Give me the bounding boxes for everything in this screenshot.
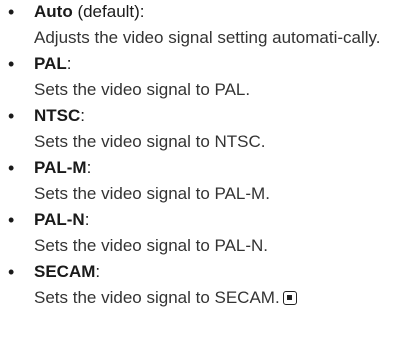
option-description: Adjusts the video signal setting automat… bbox=[34, 28, 381, 47]
option-heading: NTSC: bbox=[34, 104, 414, 128]
option-suffix: : bbox=[84, 210, 90, 229]
option-pal: • PAL: Sets the video signal to PAL. bbox=[0, 52, 414, 104]
bullet-icon: • bbox=[8, 106, 15, 126]
bullet-icon: • bbox=[8, 158, 15, 178]
option-heading: PAL-N: bbox=[34, 208, 414, 232]
option-name: Auto bbox=[34, 2, 73, 21]
option-description: Sets the video signal to NTSC. bbox=[34, 132, 266, 151]
option-secam: • SECAM: Sets the video signal to SECAM. bbox=[0, 260, 414, 312]
option-description: Sets the video signal to PAL-N. bbox=[34, 236, 269, 255]
option-name: PAL bbox=[34, 54, 67, 73]
option-name: PAL-M bbox=[34, 158, 87, 177]
end-of-section-icon bbox=[282, 291, 297, 305]
option-name: NTSC bbox=[34, 106, 81, 125]
option-suffix: (default): bbox=[72, 2, 145, 21]
video-signal-options-list: • Auto (default): Adjusts the video sign… bbox=[0, 0, 414, 312]
option-auto: • Auto (default): Adjusts the video sign… bbox=[0, 0, 414, 52]
option-description: Sets the video signal to PAL. bbox=[34, 80, 251, 99]
option-heading: Auto (default): bbox=[34, 0, 414, 24]
bullet-icon: • bbox=[8, 210, 15, 230]
option-name: PAL-N bbox=[34, 210, 85, 229]
option-suffix: : bbox=[80, 106, 86, 125]
option-pal-m: • PAL-M: Sets the video signal to PAL-M. bbox=[0, 156, 414, 208]
option-description: Sets the video signal to SECAM. bbox=[34, 284, 406, 312]
option-description: Sets the video signal to PAL-M. bbox=[34, 184, 270, 203]
option-suffix: : bbox=[95, 262, 101, 281]
option-suffix: : bbox=[66, 54, 72, 73]
bullet-icon: • bbox=[8, 54, 15, 74]
option-ntsc: • NTSC: Sets the video signal to NTSC. bbox=[0, 104, 414, 156]
option-heading: PAL: bbox=[34, 52, 414, 76]
option-description-text: Sets the video signal to SECAM. bbox=[34, 288, 280, 307]
option-heading: PAL-M: bbox=[34, 156, 414, 180]
option-pal-n: • PAL-N: Sets the video signal to PAL-N. bbox=[0, 208, 414, 260]
bullet-icon: • bbox=[8, 2, 15, 22]
bullet-icon: • bbox=[8, 262, 15, 282]
option-suffix: : bbox=[86, 158, 92, 177]
manual-page: • Auto (default): Adjusts the video sign… bbox=[0, 0, 414, 361]
option-heading: SECAM: bbox=[34, 260, 414, 284]
option-name: SECAM bbox=[34, 262, 96, 281]
